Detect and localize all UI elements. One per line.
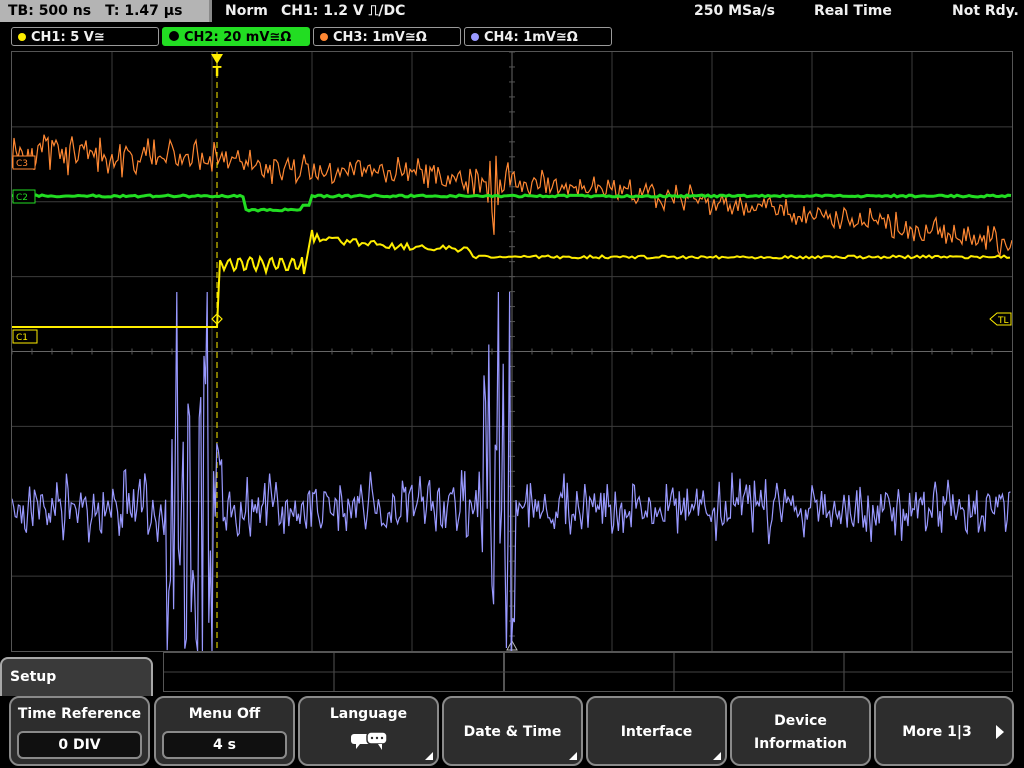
waveform-canvas: T C3 C2 C1 TL <box>12 52 1012 651</box>
channel-tab-ch1[interactable]: CH1: 5 V≅ <box>11 27 159 46</box>
channel-tab-ch3[interactable]: CH3: 1mV≅Ω <box>313 27 461 46</box>
trigger-level-marker[interactable]: TL <box>989 312 1012 326</box>
interface-button[interactable]: Interface <box>586 696 727 766</box>
ch2-label: CH2: 20 mV≅Ω <box>184 30 292 45</box>
trigger-info: CH1: 1.2 V ⎍/DC <box>281 3 406 19</box>
menu-off-button[interactable]: Menu Off 4 s <box>154 696 295 766</box>
trigger-position-marker[interactable]: T <box>211 54 223 80</box>
device-information-label-1: Device <box>774 713 827 729</box>
channel-tab-ch2[interactable]: CH2: 20 mV≅Ω <box>162 27 310 46</box>
menu-off-label: Menu Off <box>188 706 261 722</box>
more-label: More 1|3 <box>902 724 972 740</box>
softkey-bar: Time Reference 0 DIV Menu Off 4 s Langua… <box>0 696 1024 768</box>
submenu-corner-icon <box>569 752 577 760</box>
date-time-button[interactable]: Date & Time <box>442 696 583 766</box>
ch2-offset-marker[interactable]: C2 <box>12 189 36 204</box>
menu-title-tab: Setup <box>0 657 153 697</box>
ch1-label: CH1: 5 V≅ <box>31 30 105 45</box>
trigger-marker-label: T <box>213 65 222 80</box>
device-information-button[interactable]: Device Information <box>730 696 871 766</box>
channel-tab-ch4[interactable]: CH4: 1mV≅Ω <box>464 27 612 46</box>
ch3-color-dot <box>320 33 328 41</box>
ch4-label: CH4: 1mV≅Ω <box>484 30 578 45</box>
timebase-value: TB: 500 ns <box>8 3 92 19</box>
ch1-marker-text: C1 <box>16 333 28 343</box>
waveform-display[interactable]: T C3 C2 C1 TL <box>11 51 1013 652</box>
time-reference-value: 0 DIV <box>17 731 142 759</box>
more-button[interactable]: More 1|3 <box>874 696 1014 766</box>
ch2-color-dot <box>169 31 179 41</box>
overview-strip <box>163 652 1013 692</box>
language-button[interactable]: Language <box>298 696 439 766</box>
overview-grid <box>164 653 1012 691</box>
date-time-label: Date & Time <box>463 724 562 740</box>
menu-title: Setup <box>10 669 57 685</box>
language-label: Language <box>329 706 408 722</box>
status-bar: TB: 500 ns T: 1.47 μs Norm CH1: 1.2 V ⎍/D… <box>0 0 1024 24</box>
next-page-arrow-icon <box>996 725 1004 739</box>
trigger-arrow-icon <box>211 54 223 64</box>
interface-label: Interface <box>620 724 693 740</box>
ch3-marker-text: C3 <box>16 159 28 169</box>
trigger-time-value: T: 1.47 μs <box>105 3 183 19</box>
ch4-color-dot <box>471 33 479 41</box>
ch1-waveform <box>12 229 1011 328</box>
ch2-marker-text: C2 <box>16 193 28 203</box>
sample-rate: 250 MSa/s <box>694 3 776 19</box>
graticule <box>12 52 1012 651</box>
time-reference-button[interactable]: Time Reference 0 DIV <box>9 696 150 766</box>
device-information-label-2: Information <box>754 736 847 752</box>
trigger-mode: Norm <box>225 3 268 19</box>
trigger-level-text: TL <box>997 316 1009 326</box>
time-reference-label: Time Reference <box>17 706 142 722</box>
ch1-offset-marker[interactable]: C1 <box>12 329 38 344</box>
speech-bubble-icon <box>351 731 388 750</box>
acquisition-state: Not Rdy. <box>952 3 1019 19</box>
ch3-label: CH3: 1mV≅Ω <box>333 30 427 45</box>
timebase-box[interactable]: TB: 500 ns T: 1.47 μs <box>0 0 212 22</box>
ch1-color-dot <box>18 33 26 41</box>
submenu-corner-icon <box>425 752 433 760</box>
submenu-corner-icon <box>713 752 721 760</box>
menu-off-value: 4 s <box>162 731 287 759</box>
ch3-offset-marker[interactable]: C3 <box>12 155 36 170</box>
acquisition-mode: Real Time <box>814 3 892 19</box>
